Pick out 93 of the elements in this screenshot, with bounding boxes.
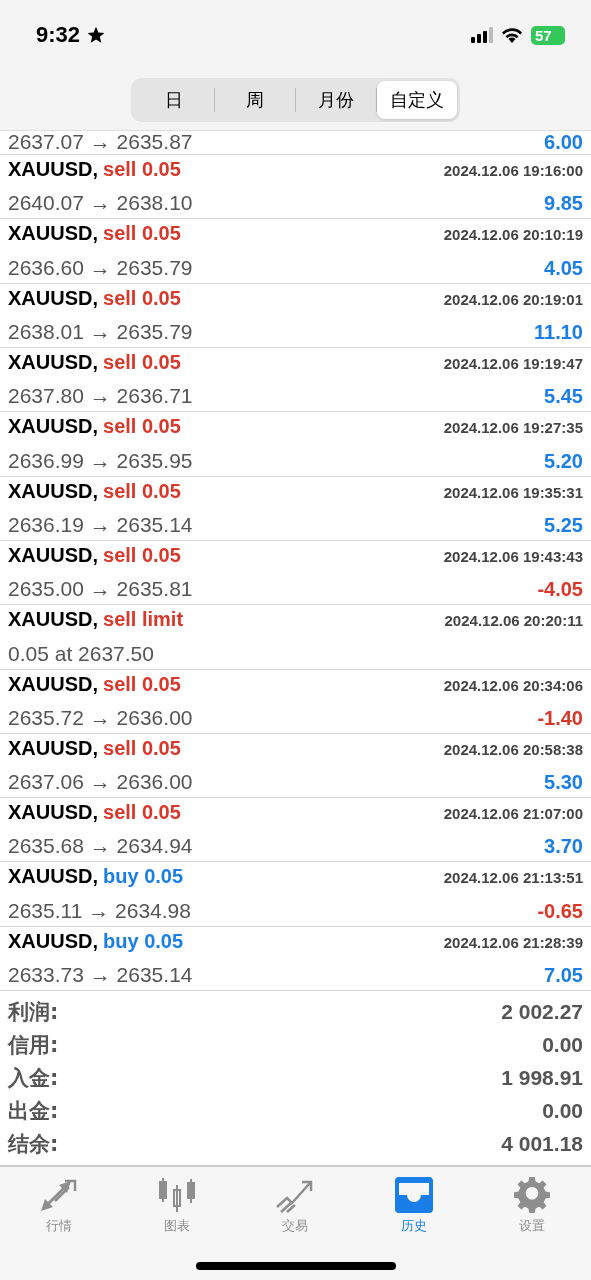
order-type: sell 0.05	[103, 479, 181, 503]
symbol-label: XAUUSD,	[8, 286, 98, 310]
profit-value: 7.05	[544, 964, 583, 987]
symbol-label: XAUUSD,	[8, 736, 98, 760]
symbol-label: XAUUSD,	[8, 222, 98, 246]
order-type: buy 0.05	[103, 929, 184, 953]
deal-time: 2024.12.06 21:28:39	[443, 933, 583, 951]
profit-value: -4.05	[537, 578, 583, 602]
summary-value: 4 001.18	[501, 1132, 583, 1157]
price-range: 2635.72 → 2636.00	[8, 705, 193, 730]
summary-label: 出金:	[8, 1098, 59, 1126]
profit-value: 3.70	[544, 835, 583, 859]
order-type: sell 0.05	[103, 158, 181, 182]
period-tab[interactable]: 自定义	[377, 81, 457, 119]
summary-label: 入金:	[8, 1064, 59, 1092]
tab-bar-item[interactable]: 历史	[373, 1177, 454, 1235]
wifi-icon	[501, 27, 523, 43]
tab-bar-item[interactable]: 图表	[137, 1177, 218, 1235]
deal-time: 2024.12.06 20:58:38	[443, 740, 583, 758]
symbol-label: XAUUSD,	[8, 479, 98, 503]
summary-value: 0.00	[542, 1032, 583, 1057]
order-type: sell 0.05	[103, 286, 181, 310]
deal-time: 2024.12.06 20:34:06	[443, 676, 583, 694]
order-type: sell 0.05	[103, 736, 181, 760]
profit-value: 5.20	[544, 449, 583, 473]
profit-value: 9.85	[544, 192, 583, 216]
order-type: sell 0.05	[103, 351, 181, 375]
clock-time: 9:32	[36, 22, 81, 48]
tab-bar-item[interactable]: 行情	[19, 1177, 100, 1235]
star-icon	[86, 25, 107, 45]
deal-time: 2024.12.06 20:19:01	[443, 290, 583, 308]
settings-icon	[511, 1177, 552, 1213]
price-range: 2636.60 → 2635.79	[8, 255, 193, 280]
price-range: 2633.73 → 2635.14	[8, 963, 193, 987]
order-type: buy 0.05	[103, 865, 184, 889]
order-type: sell limit	[103, 608, 184, 632]
profit-value: -0.65	[537, 899, 583, 923]
deal-time: 2024.12.06 19:16:00	[443, 162, 583, 180]
summary-value: 1 998.91	[501, 1065, 583, 1090]
symbol-label: XAUUSD,	[8, 929, 98, 953]
symbol-label: XAUUSD,	[8, 158, 98, 182]
profit-value: 5.25	[544, 513, 583, 537]
price-range: 2635.00 → 2635.81	[8, 577, 193, 602]
summary-value: 2 002.27	[501, 999, 583, 1024]
summary-label: 利润:	[8, 998, 59, 1026]
battery-indicator: 57	[531, 25, 565, 45]
symbol-label: XAUUSD,	[8, 672, 98, 696]
profit-value: 4.05	[544, 256, 583, 280]
candlestick-icon	[157, 1177, 198, 1213]
deal-time: 2024.12.06 20:20:11	[444, 612, 583, 630]
symbol-label: XAUUSD,	[8, 608, 98, 632]
deal-time: 2024.12.06 19:19:47	[443, 355, 583, 373]
price-range: 0.05 at 2637.50	[8, 641, 154, 666]
symbol-label: XAUUSD,	[8, 865, 98, 889]
price-range: 2635.68 → 2634.94	[8, 834, 193, 859]
deal-time: 2024.12.06 19:27:35	[443, 419, 583, 437]
summary-label: 信用:	[8, 1031, 59, 1059]
profit-value: -1.40	[537, 706, 583, 730]
symbol-label: XAUUSD,	[8, 351, 98, 375]
price-range: 2636.99 → 2635.95	[8, 448, 193, 473]
summary-label: 结余:	[8, 1131, 59, 1159]
symbol-label: XAUUSD,	[8, 801, 98, 825]
period-tab[interactable]: 周	[215, 81, 295, 119]
order-type: sell 0.05	[103, 222, 181, 246]
order-type: sell 0.05	[103, 672, 181, 696]
symbol-label: XAUUSD,	[8, 543, 98, 567]
order-type: sell 0.05	[103, 801, 181, 825]
price-range: 2637.06 → 2636.00	[8, 770, 193, 795]
symbol-label: XAUUSD,	[8, 415, 98, 439]
summary-value: 0.00	[542, 1099, 583, 1124]
signal-icon	[471, 27, 493, 43]
order-type: sell 0.05	[103, 415, 181, 439]
period-tab[interactable]: 月份	[296, 81, 376, 119]
deal-time: 2024.12.06 19:35:31	[443, 483, 583, 501]
price-range: 2638.01 → 2635.79	[8, 320, 193, 345]
period-tab[interactable]: 日	[134, 81, 214, 119]
profit-value: 11.10	[534, 321, 583, 345]
deal-time: 2024.12.06 21:07:00	[443, 805, 583, 823]
tab-bar-item[interactable]: 交易	[255, 1177, 336, 1235]
price-range: 2637.80 → 2636.71	[8, 384, 193, 409]
profit-value: 6.00	[544, 131, 583, 155]
price-range: 2637.07 → 2635.87	[8, 131, 193, 155]
tray-icon	[393, 1177, 434, 1213]
deal-time: 2024.12.06 19:43:43	[443, 547, 583, 565]
order-type: sell 0.05	[103, 543, 181, 567]
deal-time: 2024.12.06 20:10:19	[443, 226, 583, 244]
profit-value: 5.45	[544, 385, 583, 409]
price-range: 2640.07 → 2638.10	[8, 191, 193, 216]
deal-time: 2024.12.06 21:13:51	[443, 869, 583, 887]
price-range: 2636.19 → 2635.14	[8, 512, 193, 537]
price-range: 2635.11 → 2634.98	[8, 898, 191, 923]
profit-value: 5.30	[544, 771, 583, 795]
tab-bar-item[interactable]: 设置	[491, 1177, 572, 1235]
